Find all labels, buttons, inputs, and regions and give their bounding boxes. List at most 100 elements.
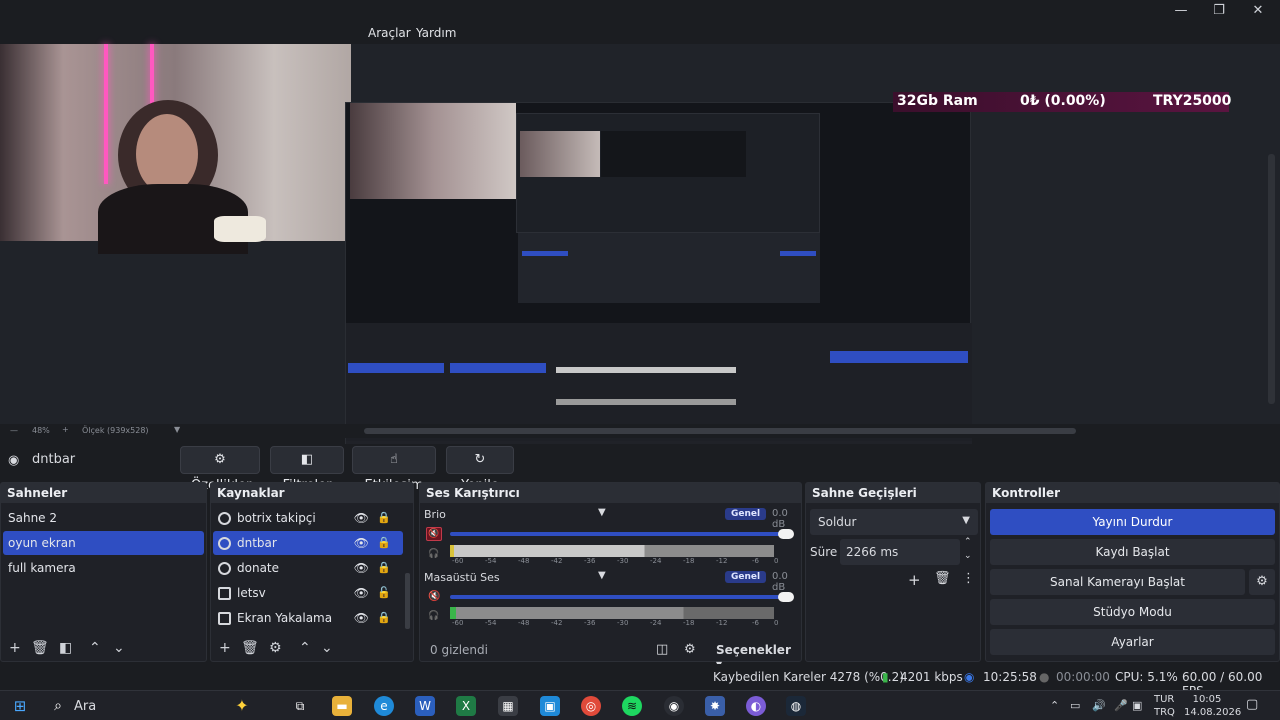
- eye-icon[interactable]: 👁: [354, 581, 369, 605]
- lock-icon[interactable]: 🔒: [377, 606, 391, 630]
- file-explorer-icon[interactable]: ▬: [332, 696, 352, 716]
- excel-icon[interactable]: X: [456, 696, 476, 716]
- scale-dropdown-icon[interactable]: ▼: [174, 425, 180, 434]
- preview-vertical-scrollbar[interactable]: [1268, 154, 1275, 404]
- stop-streaming-button[interactable]: Yayını Durdur: [990, 509, 1275, 535]
- monitor-icon[interactable]: 🎧: [428, 549, 439, 559]
- add-scene-icon[interactable]: +: [9, 640, 21, 656]
- move-up-icon[interactable]: ⌃: [89, 640, 101, 656]
- stepper-down-icon[interactable]: ⌄: [964, 551, 972, 561]
- app-icon[interactable]: ✸: [705, 696, 725, 716]
- eye-icon[interactable]: 👁: [354, 606, 369, 630]
- sources-scrollbar[interactable]: [405, 573, 410, 629]
- channel-menu-icon[interactable]: ▼: [598, 507, 606, 518]
- eye-icon[interactable]: 👁: [354, 556, 369, 580]
- live-time: 10:25:58: [983, 670, 1037, 684]
- lock-icon[interactable]: 🔒: [377, 506, 391, 530]
- stepper-up-icon[interactable]: ⌃: [964, 537, 972, 547]
- maximize-button[interactable]: ❐: [1206, 2, 1232, 20]
- spotify-icon[interactable]: ≋: [622, 696, 642, 716]
- volume-slider[interactable]: [450, 532, 788, 536]
- close-button[interactable]: ✕: [1245, 2, 1271, 20]
- volume-slider[interactable]: [450, 595, 788, 599]
- calculator-icon[interactable]: ▦: [498, 696, 518, 716]
- tray-chevron-icon[interactable]: ⌃: [1050, 699, 1059, 712]
- menu-bar: Araçlar Yardım: [0, 22, 1280, 44]
- zoom-in-icon[interactable]: +: [62, 425, 69, 434]
- delete-scene-icon[interactable]: 🗑: [31, 640, 49, 656]
- start-virtual-camera-button[interactable]: Sanal Kamerayı Başlat: [990, 569, 1245, 595]
- eye-icon[interactable]: 👁: [354, 531, 369, 555]
- obs-icon[interactable]: ◉: [664, 696, 684, 716]
- scale-tick: -60: [452, 619, 464, 627]
- network-icon[interactable]: ▣: [1132, 699, 1142, 712]
- zoom-out-icon[interactable]: —: [10, 426, 18, 435]
- volume-icon[interactable]: 🔊: [1092, 699, 1106, 712]
- source-item[interactable]: donate 👁 🔒: [213, 556, 403, 580]
- add-source-icon[interactable]: +: [219, 640, 231, 656]
- virtual-camera-settings-icon[interactable]: ⚙: [1249, 569, 1275, 595]
- streamlabs-icon[interactable]: ◐: [746, 696, 766, 716]
- battery-icon[interactable]: ▭: [1070, 699, 1080, 712]
- minimize-button[interactable]: —: [1168, 2, 1194, 20]
- scene-item[interactable]: full kamera: [3, 556, 204, 580]
- delete-source-icon[interactable]: 🗑: [241, 640, 259, 656]
- menu-help[interactable]: Yardım: [416, 26, 456, 40]
- more-options-icon[interactable]: ⋮: [962, 571, 975, 586]
- move-down-icon[interactable]: ⌄: [321, 640, 333, 656]
- word-icon[interactable]: W: [415, 696, 435, 716]
- interact-button[interactable]: ☝ Etkileşim: [352, 446, 436, 493]
- layout-icon[interactable]: ◫: [656, 642, 668, 657]
- move-down-icon[interactable]: ⌄: [113, 640, 125, 656]
- monitor-icon[interactable]: 🎧: [428, 611, 439, 621]
- refresh-button[interactable]: ↻ Yenile: [446, 446, 514, 493]
- delete-transition-icon[interactable]: 🗑: [934, 571, 951, 586]
- mute-icon[interactable]: 🔇: [428, 591, 440, 602]
- duration-input[interactable]: 2266 ms: [840, 539, 960, 565]
- language-indicator[interactable]: TUR TRQ: [1154, 693, 1175, 719]
- preview-horizontal-scrollbar[interactable]: [364, 428, 1076, 434]
- source-item[interactable]: letsv 👁 🔓: [213, 581, 403, 605]
- transition-select[interactable]: Soldur ▼: [810, 509, 978, 535]
- source-item[interactable]: botrix takipçi 👁 🔒: [213, 506, 403, 530]
- preview-canvas[interactable]: 32Gb Ram 0₺ (0.00%) TRY25000: [0, 44, 1280, 458]
- task-view-icon[interactable]: ⧉: [290, 696, 310, 716]
- menu-tools[interactable]: Araçlar: [368, 26, 411, 40]
- edge-icon[interactable]: e: [374, 696, 394, 716]
- studio-mode-button[interactable]: Stüdyo Modu: [990, 599, 1275, 625]
- scale-tick: -36: [584, 619, 596, 627]
- search-icon[interactable]: ⌕: [48, 696, 68, 716]
- source-item-selected[interactable]: dntbar 👁 🔒: [213, 531, 403, 555]
- volume-knob[interactable]: [778, 592, 794, 602]
- steam-icon[interactable]: ◍: [786, 696, 806, 716]
- properties-button[interactable]: ⚙ Özellikler: [180, 446, 260, 493]
- scale-tick: -12: [716, 557, 728, 565]
- store-icon[interactable]: ▣: [540, 696, 560, 716]
- scene-item[interactable]: Sahne 2: [3, 506, 204, 530]
- settings-button[interactable]: Ayarlar: [990, 629, 1275, 655]
- windows-start-icon[interactable]: ⊞: [10, 696, 30, 716]
- unlock-icon[interactable]: 🔓: [377, 581, 391, 605]
- chrome-icon[interactable]: ◎: [581, 696, 601, 716]
- copilot-icon[interactable]: ✦: [232, 696, 252, 716]
- add-transition-icon[interactable]: +: [908, 571, 921, 589]
- notification-icon[interactable]: ▢: [1246, 697, 1258, 712]
- mute-icon[interactable]: 🔇: [426, 527, 442, 541]
- microphone-icon[interactable]: 🎤: [1114, 699, 1128, 712]
- eye-icon[interactable]: 👁: [354, 506, 369, 530]
- channel-menu-icon[interactable]: ▼: [598, 570, 606, 581]
- scene-item-selected[interactable]: oyun ekran: [3, 531, 204, 555]
- scale-tick: -42: [551, 619, 563, 627]
- volume-knob[interactable]: [778, 529, 794, 539]
- clock[interactable]: 10:05 14.08.2026: [1184, 693, 1241, 719]
- scene-filters-icon[interactable]: ◧: [59, 640, 72, 656]
- source-properties-icon[interactable]: ⚙: [269, 640, 282, 656]
- lock-icon[interactable]: 🔒: [377, 556, 391, 580]
- source-item[interactable]: Ekran Yakalama 👁 🔒: [213, 606, 403, 630]
- start-recording-button[interactable]: Kaydı Başlat: [990, 539, 1275, 565]
- taskbar-search-label[interactable]: Ara: [74, 699, 96, 714]
- move-up-icon[interactable]: ⌃: [299, 640, 311, 656]
- audio-settings-icon[interactable]: ⚙: [684, 642, 696, 657]
- filters-button[interactable]: ◧ Filtreler: [270, 446, 344, 493]
- lock-icon[interactable]: 🔒: [377, 531, 391, 555]
